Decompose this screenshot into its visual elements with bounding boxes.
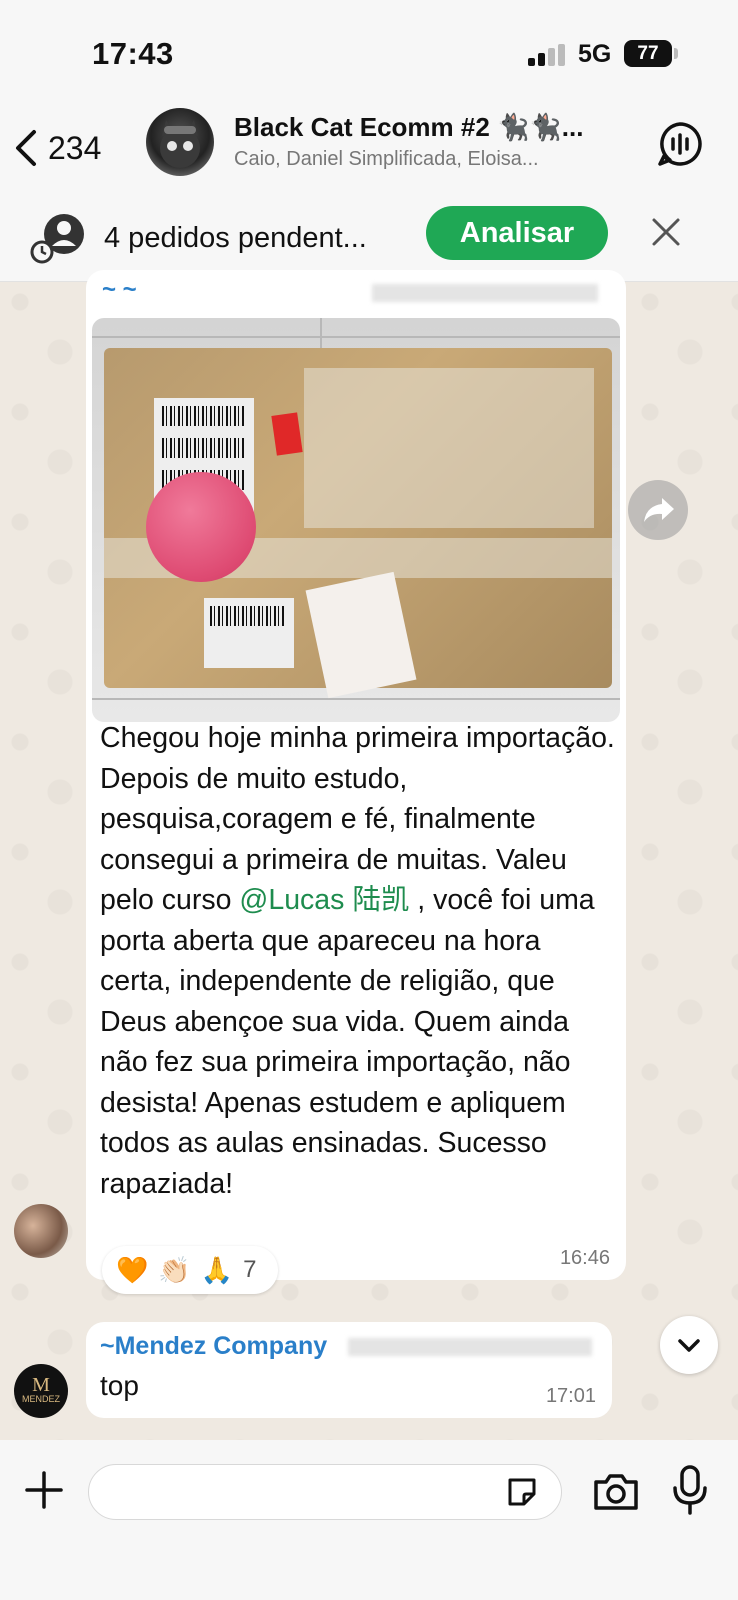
privacy-sticker: [146, 472, 256, 582]
composer-bar: [0, 1440, 738, 1600]
signal-icon: [528, 44, 566, 66]
plus-icon[interactable]: [24, 1470, 64, 1510]
reactions-pill[interactable]: 🧡 👏🏻 🙏 7: [102, 1246, 278, 1294]
pray-reaction: 🙏: [200, 1254, 234, 1285]
message-bubble[interactable]: ~ ~ Chegou hoje minha primeira importaçã…: [86, 270, 626, 1280]
chevron-down-icon: [678, 1339, 700, 1352]
message-time: 16:46: [559, 1247, 610, 1269]
sticker-icon[interactable]: [504, 1474, 540, 1510]
cat-avatar-icon: [160, 120, 200, 168]
chat-header: 234 Black Cat Ecomm #2 🐈‍⬛🐈‍⬛... Caio, D…: [0, 100, 738, 200]
pending-requests-text: 4 pedidos pendent...: [104, 222, 367, 254]
heart-reaction: 🧡: [116, 1254, 149, 1285]
review-button[interactable]: Analisar: [426, 206, 608, 260]
message-input[interactable]: [88, 1464, 562, 1520]
blurred-sender-name: [348, 1338, 592, 1356]
user-mention[interactable]: @Lucas 陆凯: [239, 884, 409, 916]
message-sender[interactable]: ~ ~: [102, 276, 137, 304]
camera-icon[interactable]: [592, 1468, 640, 1516]
reaction-count: 7: [243, 1256, 257, 1283]
sender-avatar[interactable]: [14, 1204, 68, 1258]
microphone-icon[interactable]: [670, 1464, 710, 1516]
group-avatar[interactable]: [146, 108, 214, 176]
avatar-label: MENDEZ: [22, 1394, 60, 1404]
scroll-down-button[interactable]: [660, 1316, 718, 1374]
sender-avatar[interactable]: M MENDEZ: [14, 1364, 68, 1418]
unread-count: 234: [48, 129, 102, 166]
package-box: [104, 348, 612, 699]
forward-button[interactable]: [628, 480, 688, 540]
close-icon[interactable]: [648, 214, 684, 250]
pending-users-icon: [30, 214, 84, 264]
group-title[interactable]: Black Cat Ecomm #2 🐈‍⬛🐈‍⬛...: [234, 112, 614, 143]
clap-reaction: 👏🏻: [158, 1254, 191, 1285]
network-label: 5G: [578, 40, 612, 68]
back-button[interactable]: 234: [12, 118, 101, 178]
message-text: top: [100, 1370, 139, 1401]
voice-chat-icon[interactable]: [656, 120, 704, 168]
chevron-left-icon: [16, 130, 36, 166]
status-time: 17:43: [92, 36, 174, 71]
battery-icon: 77: [624, 40, 672, 67]
message-sender[interactable]: ~Mendez Company: [100, 1332, 327, 1361]
blurred-sender-name: [372, 284, 598, 302]
share-icon: [644, 498, 674, 522]
group-members[interactable]: Caio, Daniel Simplificada, Eloisa...: [234, 148, 594, 171]
message-time: 17:01: [545, 1385, 596, 1407]
status-bar: 17:43 5G 77: [0, 0, 738, 100]
message-photo[interactable]: [92, 318, 620, 722]
message-text: Chegou hoje minha primeira importação. D…: [100, 722, 615, 1200]
battery-tip: [674, 48, 678, 59]
message-bubble[interactable]: ~Mendez Company top 17:01: [86, 1322, 612, 1418]
